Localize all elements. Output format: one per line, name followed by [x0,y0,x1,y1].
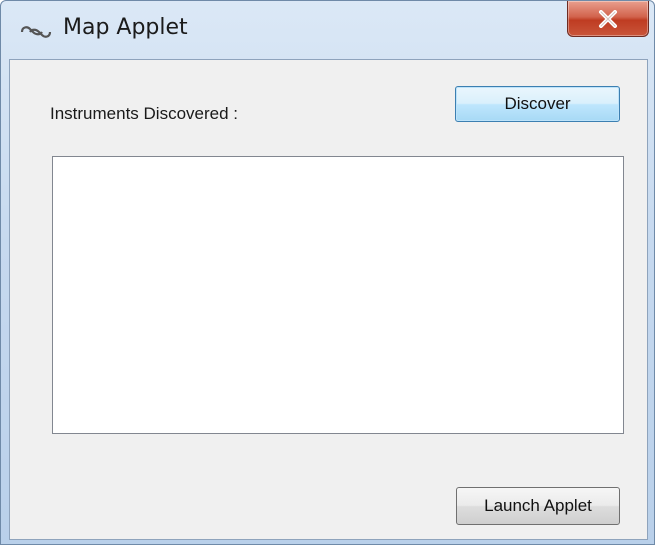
instruments-list[interactable] [52,156,624,434]
window-title: Map Applet [63,15,188,40]
launch-applet-button[interactable]: Launch Applet [456,487,620,525]
title-bar[interactable]: Map Applet [1,1,654,59]
client-area: Instruments Discovered : Discover Launch… [9,59,648,540]
close-icon [598,9,618,28]
map-applet-window: Map Applet Instruments Discovered : Disc… [0,0,655,545]
instruments-discovered-label: Instruments Discovered : [50,104,239,123]
discover-button[interactable]: Discover [455,86,620,122]
link-icon [19,23,53,41]
close-button[interactable] [567,1,649,37]
